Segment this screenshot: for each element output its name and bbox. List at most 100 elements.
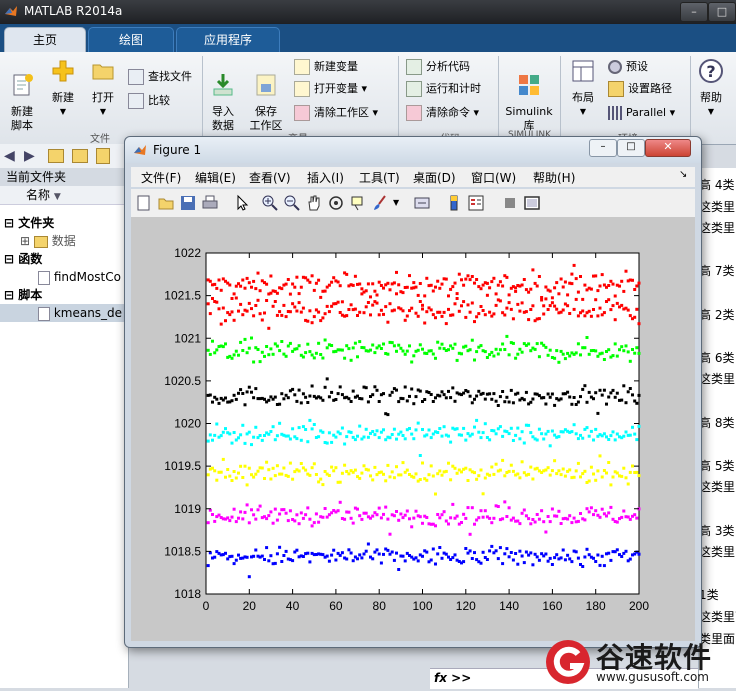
section-folders[interactable]: ⊟ 文件夹 [0, 214, 128, 232]
menu-view[interactable]: 查看(V) [249, 169, 291, 186]
new-variable-button[interactable]: 新建变量 [294, 58, 358, 76]
figure-minimize-button[interactable]: – [589, 139, 617, 157]
menu-help[interactable]: 帮助(H) [533, 169, 575, 186]
open-file-icon[interactable] [157, 194, 175, 212]
scatter-chart[interactable]: 0 20 40 60 80 100 120 140 160 180 200 1018 1018.5 101… [131, 217, 695, 641]
data-point [330, 280, 334, 284]
section-scripts[interactable]: ⊟ 脚本 [0, 286, 128, 304]
new-figure-icon[interactable] [135, 194, 153, 212]
collapse-icon[interactable]: ⊟ [4, 216, 14, 230]
data-point [338, 385, 342, 389]
menu-window[interactable]: 窗口(W) [471, 169, 516, 186]
browse-folder-icon[interactable] [72, 149, 88, 163]
parallel-button[interactable]: Parallel ▾ [608, 104, 675, 122]
figure-window[interactable]: Figure 1 – □ ✕ 文件(F) 编辑(E) 查看(V) 插入(I) 工… [124, 136, 702, 648]
open-button[interactable]: 打开 ▼ [86, 58, 120, 119]
legend-icon[interactable] [467, 194, 485, 212]
run-and-time-button[interactable]: 运行和计时 [406, 80, 481, 98]
clear-workspace-button[interactable]: 清除工作区 ▾ [294, 104, 378, 122]
data-point [533, 281, 537, 285]
zoom-in-icon[interactable] [261, 194, 279, 212]
section-functions[interactable]: ⊟ 函数 [0, 250, 128, 268]
name-column-header[interactable]: 名称 [26, 188, 50, 202]
data-point [485, 558, 489, 561]
tab-home[interactable]: 主页 [4, 27, 86, 53]
simulink-library-button[interactable]: Simulink 库 [502, 58, 556, 133]
zoom-out-icon[interactable] [283, 194, 301, 212]
list-item[interactable]: ⊞ 数据 [0, 232, 128, 250]
data-point [215, 422, 219, 426]
data-point [475, 278, 479, 281]
data-point [615, 301, 619, 305]
data-point [442, 425, 446, 429]
y-tick-label: 1019.5 [164, 459, 201, 473]
forward-arrow-icon[interactable]: ▶ [24, 148, 35, 164]
data-point [479, 287, 483, 291]
data-point [208, 433, 212, 437]
tab-apps[interactable]: 应用程序 [176, 27, 280, 53]
data-cursor-icon[interactable] [349, 194, 367, 212]
minimize-button[interactable]: – [680, 2, 708, 22]
preferences-button[interactable]: 预设 [608, 58, 648, 76]
clear-commands-button[interactable]: 清除命令 ▾ [406, 104, 479, 122]
save-icon[interactable] [179, 194, 197, 212]
set-path-button[interactable]: 设置路径 [608, 80, 672, 98]
command-window[interactable]: 高 4类 这类里 这类里高 7类高 2类高 6类 这类里高 8类高 5类 这类里高 3类… [698, 168, 736, 688]
import-data-button[interactable]: 导入 数据 [206, 58, 240, 133]
open-variable-button[interactable]: 打开变量 ▾ [294, 80, 367, 98]
data-point [553, 356, 557, 360]
colorbar-icon[interactable] [445, 194, 463, 212]
data-point [559, 522, 563, 525]
list-item[interactable]: findMostCo [0, 268, 128, 286]
data-point [208, 279, 212, 283]
menu-edit[interactable]: 编辑(E) [195, 169, 236, 186]
new-button[interactable]: 新建 ▼ [46, 58, 80, 119]
tab-plots[interactable]: 绘图 [88, 27, 174, 53]
collapse-icon[interactable]: ⊟ [4, 288, 14, 302]
figure-title-bar[interactable]: Figure 1 – □ ✕ [125, 137, 701, 163]
layout-button[interactable]: 布局 ▼ [566, 58, 600, 119]
compare-button[interactable]: 比较 [128, 92, 170, 110]
rotate-3d-icon[interactable] [327, 194, 345, 212]
data-point [626, 308, 630, 312]
data-point [247, 430, 251, 434]
back-arrow-icon[interactable]: ◀ [4, 148, 15, 164]
data-point [308, 394, 312, 398]
figure-close-button[interactable]: ✕ [645, 139, 691, 157]
column-header[interactable]: 名称 ▼ [0, 186, 128, 205]
save-workspace-button[interactable]: 保存 工作区 [246, 58, 286, 133]
find-files-button[interactable]: 查找文件 [128, 68, 192, 86]
data-point [468, 310, 472, 314]
menu-file[interactable]: 文件(F) [141, 169, 181, 186]
brush-dropdown-icon[interactable]: ▼ [393, 194, 411, 212]
menu-dock-arrow-icon[interactable]: ↘ [679, 169, 687, 180]
analyze-code-button[interactable]: 分析代码 [406, 58, 470, 76]
data-point [490, 465, 494, 469]
new-script-button[interactable]: 新建 脚本 [4, 58, 40, 133]
pointer-icon[interactable] [233, 194, 251, 212]
data-point [509, 551, 513, 554]
link-plot-icon[interactable] [413, 194, 431, 212]
menu-insert[interactable]: 插入(I) [307, 169, 344, 186]
list-item-selected[interactable]: kmeans_de [0, 304, 128, 322]
help-button[interactable]: ? 帮助 ▼ [694, 58, 728, 119]
maximize-button[interactable]: □ [708, 2, 736, 22]
up-folder-icon[interactable] [48, 149, 64, 163]
menu-desktop[interactable]: 桌面(D) [413, 169, 456, 186]
figure-canvas[interactable]: 0 20 40 60 80 100 120 140 160 180 200 1018 1018.5 101… [131, 217, 695, 641]
expand-icon[interactable]: ⊞ [20, 234, 30, 248]
menu-tools[interactable]: 工具(T) [359, 169, 400, 186]
brush-icon[interactable] [371, 194, 389, 212]
pan-hand-icon[interactable] [305, 194, 323, 212]
data-point [379, 308, 383, 312]
figure-maximize-button[interactable]: □ [617, 139, 645, 157]
data-point [408, 344, 411, 348]
print-icon[interactable] [201, 194, 219, 212]
collapse-icon[interactable]: ⊟ [4, 252, 14, 266]
data-point [589, 465, 593, 469]
hide-plot-tools-icon[interactable] [501, 194, 519, 212]
data-point [369, 474, 372, 478]
show-plot-tools-icon[interactable] [523, 194, 541, 212]
data-point [330, 390, 334, 394]
data-point [533, 552, 537, 556]
